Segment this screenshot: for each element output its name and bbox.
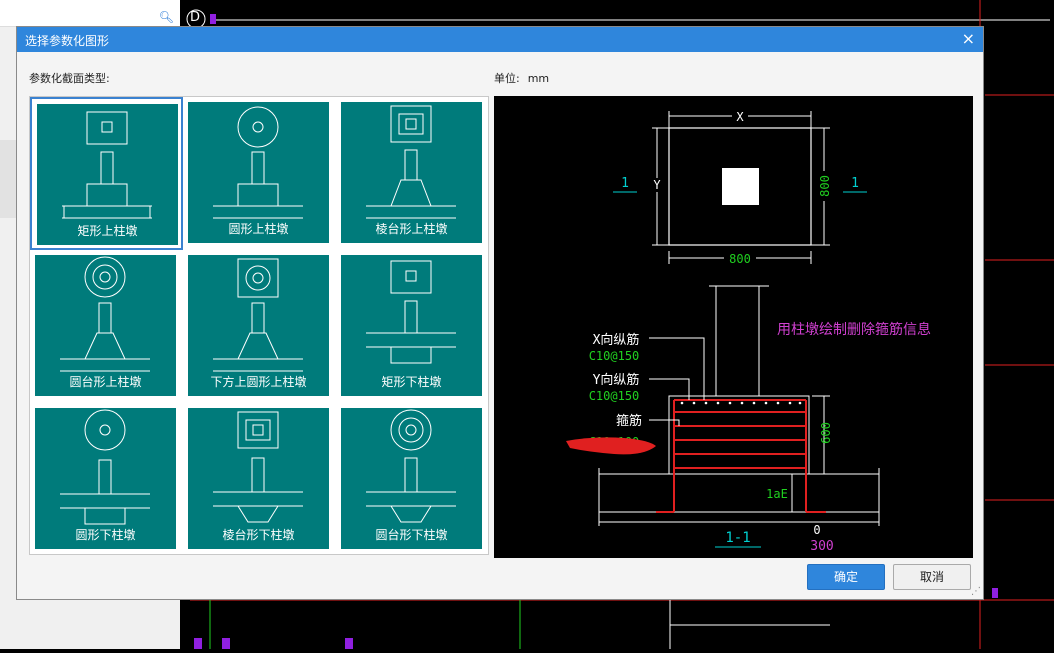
cad-marker-label: D [190, 10, 201, 25]
parametric-shape-dialog: 选择参数化图形 × 参数化截面类型: 单位: mm 矩形上柱墩 圆形上柱墩 棱台… [16, 26, 984, 600]
red-scribble [566, 437, 656, 455]
shape-option-rect-lower[interactable]: 矩形下柱墩 [336, 250, 489, 403]
shape-tile: 矩形下柱墩 [341, 255, 482, 396]
shape-tile: 圆形下柱墩 [35, 408, 176, 549]
shape-option-frustum-upper[interactable]: 棱台形上柱墩 [336, 97, 489, 250]
shape-option-square-circle-upper[interactable]: 下方上圆形上柱墩 [183, 250, 336, 403]
unit-caption: 单位: [494, 72, 520, 85]
dim-y-label: Y [653, 178, 661, 192]
section-type-label: 参数化截面类型: [29, 72, 110, 85]
dim-height-label: 800 [818, 175, 832, 197]
resize-grip-icon[interactable]: ⋰ [971, 586, 981, 597]
shape-option-circle-upper[interactable]: 圆形上柱墩 [183, 97, 336, 250]
shape-option-cone-upper[interactable]: 圆台形上柱墩 [30, 250, 183, 403]
shape-tile: 下方上圆形上柱墩 [188, 255, 329, 396]
shape-label: 矩形下柱墩 [381, 375, 442, 389]
close-icon[interactable]: × [962, 29, 975, 48]
shape-option-frustum-lower[interactable]: 棱台形下柱墩 [183, 403, 336, 556]
shape-grid: 矩形上柱墩 圆形上柱墩 棱台形上柱墩 圆台形上柱墩 下方上圆形上柱墩 矩形下柱墩… [29, 96, 489, 555]
rebar-dots [680, 401, 802, 405]
dim-ext-label: 300 [810, 539, 833, 554]
dim-width-label: 800 [729, 252, 751, 266]
unit-value: mm [527, 72, 550, 85]
dialog-title-bar[interactable]: 选择参数化图形 × [17, 27, 983, 52]
section-title: 1-1 [725, 530, 750, 546]
shape-label: 棱台形上柱墩 [375, 222, 448, 236]
shape-tile: 圆台形下柱墩 [341, 408, 482, 549]
shape-label: 圆形上柱墩 [228, 222, 289, 236]
cancel-button[interactable]: 取消 [893, 564, 971, 590]
ok-button[interactable]: 确定 [807, 564, 885, 590]
dim-x-label: X [736, 110, 744, 124]
shape-label: 矩形上柱墩 [77, 224, 138, 238]
shape-tile: 圆形上柱墩 [188, 102, 329, 243]
x-rebar-value: C10@150 [589, 349, 640, 363]
shape-label: 圆台形下柱墩 [375, 528, 448, 542]
shape-tile: 棱台形上柱墩 [341, 102, 482, 243]
shape-label: 圆形下柱墩 [75, 528, 136, 542]
shape-tile: 棱台形下柱墩 [188, 408, 329, 549]
section-mark-right: 1 [851, 176, 859, 191]
preview-drawing: X Y 800 800 1 1 X向纵筋 C10@150 Y向纵筋 C10@15… [566, 109, 931, 554]
section-mark-left: 1 [621, 176, 629, 191]
shape-label: 下方上圆形上柱墩 [210, 375, 307, 389]
shape-label: 棱台形下柱墩 [222, 528, 295, 542]
shape-option-cone-lower[interactable]: 圆台形下柱墩 [336, 403, 489, 556]
y-rebar-value: C10@150 [589, 389, 640, 403]
shape-tile: 圆台形上柱墩 [35, 255, 176, 396]
shape-option-circle-lower[interactable]: 圆形下柱墩 [30, 403, 183, 556]
plan-column [722, 168, 759, 205]
unit-label: 单位: mm [494, 70, 549, 86]
shape-preview-canvas: X Y 800 800 1 1 X向纵筋 C10@150 Y向纵筋 C10@15… [494, 96, 973, 558]
stirrup-label: 箍筋 [616, 413, 642, 429]
shape-tile: 矩形上柱墩 [37, 104, 178, 245]
x-rebar-label: X向纵筋 [593, 332, 640, 348]
search-icon[interactable]: 🔍︎ [159, 10, 174, 24]
dim-depth-label: 600 [819, 422, 833, 444]
shape-label: 圆台形上柱墩 [69, 375, 142, 389]
y-rebar-label: Y向纵筋 [593, 372, 640, 388]
left-panel-search-row[interactable]: 🔍︎ [0, 0, 180, 27]
dim-small-label: 0 [813, 523, 820, 537]
shape-option-rect-upper[interactable]: 矩形上柱墩 [30, 97, 183, 250]
rebar-lines [656, 399, 826, 513]
anchor-label: 1aE [766, 487, 788, 501]
delete-stirrup-note: 用柱墩绘制删除箍筋信息 [777, 321, 931, 338]
dialog-title: 选择参数化图形 [25, 34, 110, 48]
